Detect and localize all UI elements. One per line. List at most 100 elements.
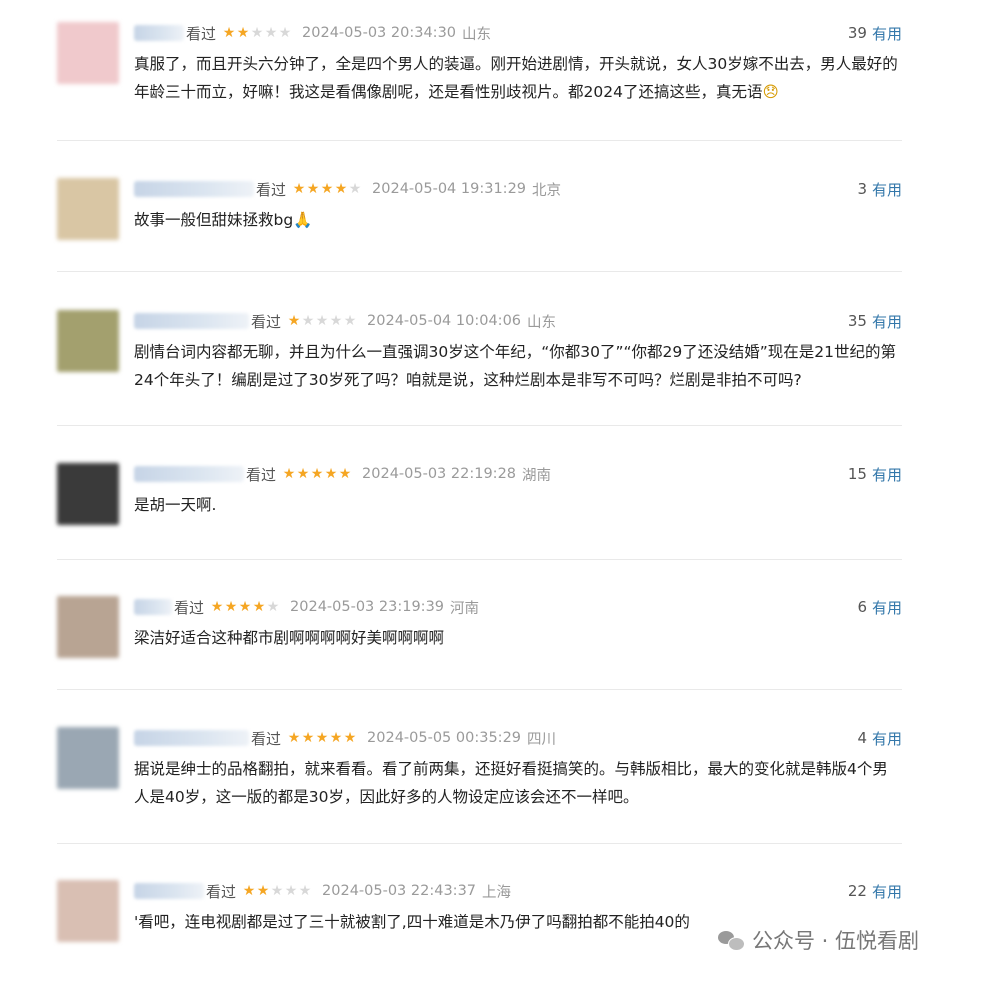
comment-text-content: '看吧，连电视剧都是过了三十就被割了,四十难道是木乃伊了吗翻拍都不能拍40的: [134, 913, 690, 931]
star-icon: ★: [343, 313, 357, 329]
useful-button[interactable]: 有用: [872, 597, 902, 618]
useful-button[interactable]: 有用: [872, 23, 902, 44]
comment-time: 2024-05-03 22:19:28: [362, 466, 517, 482]
divider: [57, 140, 902, 141]
useful-button[interactable]: 有用: [872, 728, 902, 749]
comment-text: 故事一般但甜妹拯救bg🙏: [134, 206, 902, 234]
comment-meta: 看过 ★ ★ ★ ★ ★ 2024-05-03 22:43:37 上海: [134, 880, 902, 902]
avatar[interactable]: [57, 310, 119, 372]
star-icon: ★: [252, 599, 266, 615]
comment-text-content: 故事一般但甜妹拯救bg: [134, 211, 294, 229]
star-icon: ★: [222, 25, 236, 41]
star-icon: ★: [224, 599, 238, 615]
comment-text-content: 真服了，而且开头六分钟了，全是四个男人的装逼。刚开始进剧情，开头就说，女人30岁…: [134, 55, 898, 101]
comment-time: 2024-05-03 20:34:30: [302, 25, 457, 41]
star-icon: ★: [329, 313, 343, 329]
comment-item: 看过 ★ ★ ★ ★ ★ 2024-05-05 00:35:29 四川 4 有用 据说是绅士的品格翻…: [57, 727, 902, 837]
star-icon: ★: [264, 25, 278, 41]
comment-text: 是胡一天啊.: [134, 491, 902, 519]
star-icon: ★: [301, 313, 315, 329]
avatar[interactable]: [57, 178, 119, 240]
vote-count: 3: [857, 180, 867, 198]
comment-meta: 看过 ★ ★ ★ ★ ★ 2024-05-04 10:04:06 山东: [134, 310, 902, 332]
username-blurred[interactable]: [134, 313, 249, 329]
star-icon: ★: [266, 599, 280, 615]
comment-location: 湖南: [522, 467, 552, 484]
wechat-icon: [718, 929, 745, 951]
comment-location: 山东: [527, 314, 557, 331]
star-icon: ★: [296, 466, 310, 482]
divider: [57, 843, 902, 844]
star-icon: ★: [320, 181, 334, 197]
comment-text-content: 据说是绅士的品格翻拍，就来看看。看了前两集，还挺好看挺搞笑的。与韩版相比，最大的…: [134, 760, 888, 806]
comment-text-content: 是胡一天啊.: [134, 496, 217, 514]
avatar[interactable]: [57, 596, 119, 658]
watched-label: 看过: [256, 180, 287, 199]
star-icon: ★: [324, 466, 338, 482]
star-icon: ★: [315, 313, 329, 329]
avatar[interactable]: [57, 22, 119, 84]
username-blurred[interactable]: [134, 466, 244, 482]
star-icon: ★: [256, 883, 270, 899]
watched-label: 看过: [174, 598, 205, 617]
username-blurred[interactable]: [134, 883, 204, 899]
divider: [57, 559, 902, 560]
username-blurred[interactable]: [134, 25, 184, 41]
avatar[interactable]: [57, 463, 119, 525]
star-icon: ★: [298, 883, 312, 899]
star-icon: ★: [284, 883, 298, 899]
comment-text: 剧情台词内容都无聊，并且为什么一直强调30岁这个年纪，“你都30了”“你都29了…: [134, 338, 902, 394]
watched-label: 看过: [251, 729, 282, 748]
vote-area: 6 有用: [857, 596, 902, 618]
useful-button[interactable]: 有用: [872, 311, 902, 332]
star-icon: ★: [334, 181, 348, 197]
comment-item: 看过 ★ ★ ★ ★ ★ 2024-05-03 22:19:28 湖南 15 有用 是胡一天啊.: [57, 463, 902, 573]
star-icon: ★: [210, 599, 224, 615]
rating-stars: ★ ★ ★ ★ ★: [292, 182, 362, 196]
comment-location: 上海: [482, 884, 512, 901]
star-icon: ★: [329, 730, 343, 746]
star-icon: ★: [310, 466, 324, 482]
vote-area: 22 有用: [848, 880, 902, 902]
useful-button[interactable]: 有用: [872, 179, 902, 200]
comment-meta: 看过 ★ ★ ★ ★ ★ 2024-05-03 23:19:39 河南: [134, 596, 902, 618]
vote-count: 6: [857, 598, 867, 616]
comment-time: 2024-05-03 22:43:37: [322, 883, 477, 899]
vote-area: 3 有用: [857, 178, 902, 200]
avatar[interactable]: [57, 727, 119, 789]
star-icon: ★: [270, 883, 284, 899]
rating-stars: ★ ★ ★ ★ ★: [210, 600, 280, 614]
vote-area: 4 有用: [857, 727, 902, 749]
comment-item: 看过 ★ ★ ★ ★ ★ 2024-05-03 20:34:30 山东 39 有用 真服了，而且开头…: [57, 22, 902, 132]
divider: [57, 271, 902, 272]
comment-location: 河南: [450, 600, 480, 617]
star-icon: ★: [282, 466, 296, 482]
avatar[interactable]: [57, 880, 119, 942]
star-icon: ★: [338, 466, 352, 482]
comment-location: 四川: [527, 731, 557, 748]
vote-area: 39 有用: [848, 22, 902, 44]
useful-button[interactable]: 有用: [872, 881, 902, 902]
star-icon: ★: [343, 730, 357, 746]
star-icon: ★: [278, 25, 292, 41]
star-icon: ★: [242, 883, 256, 899]
username-blurred[interactable]: [134, 599, 172, 615]
comment-text-content: 梁洁好适合这种都市剧啊啊啊啊好美啊啊啊啊: [134, 629, 445, 647]
comment-meta: 看过 ★ ★ ★ ★ ★ 2024-05-05 00:35:29 四川: [134, 727, 902, 749]
watched-label: 看过: [251, 312, 282, 331]
comment-meta: 看过 ★ ★ ★ ★ ★ 2024-05-03 22:19:28 湖南: [134, 463, 902, 485]
username-blurred[interactable]: [134, 730, 249, 746]
watched-label: 看过: [206, 882, 237, 901]
star-icon: ★: [301, 730, 315, 746]
star-icon: ★: [306, 181, 320, 197]
comment-meta: 看过 ★ ★ ★ ★ ★ 2024-05-04 19:31:29 北京: [134, 178, 902, 200]
comment-text: 真服了，而且开头六分钟了，全是四个男人的装逼。刚开始进剧情，开头就说，女人30岁…: [134, 50, 902, 106]
username-blurred[interactable]: [134, 181, 254, 197]
watermark-text: 公众号 · 伍悦看剧: [752, 929, 920, 953]
emoji-icon: 🙏: [293, 211, 313, 229]
useful-button[interactable]: 有用: [872, 464, 902, 485]
comment-meta: 看过 ★ ★ ★ ★ ★ 2024-05-03 20:34:30 山东: [134, 22, 902, 44]
star-icon: ★: [238, 599, 252, 615]
vote-count: 35: [847, 312, 867, 330]
comment-time: 2024-05-05 00:35:29: [367, 730, 522, 746]
